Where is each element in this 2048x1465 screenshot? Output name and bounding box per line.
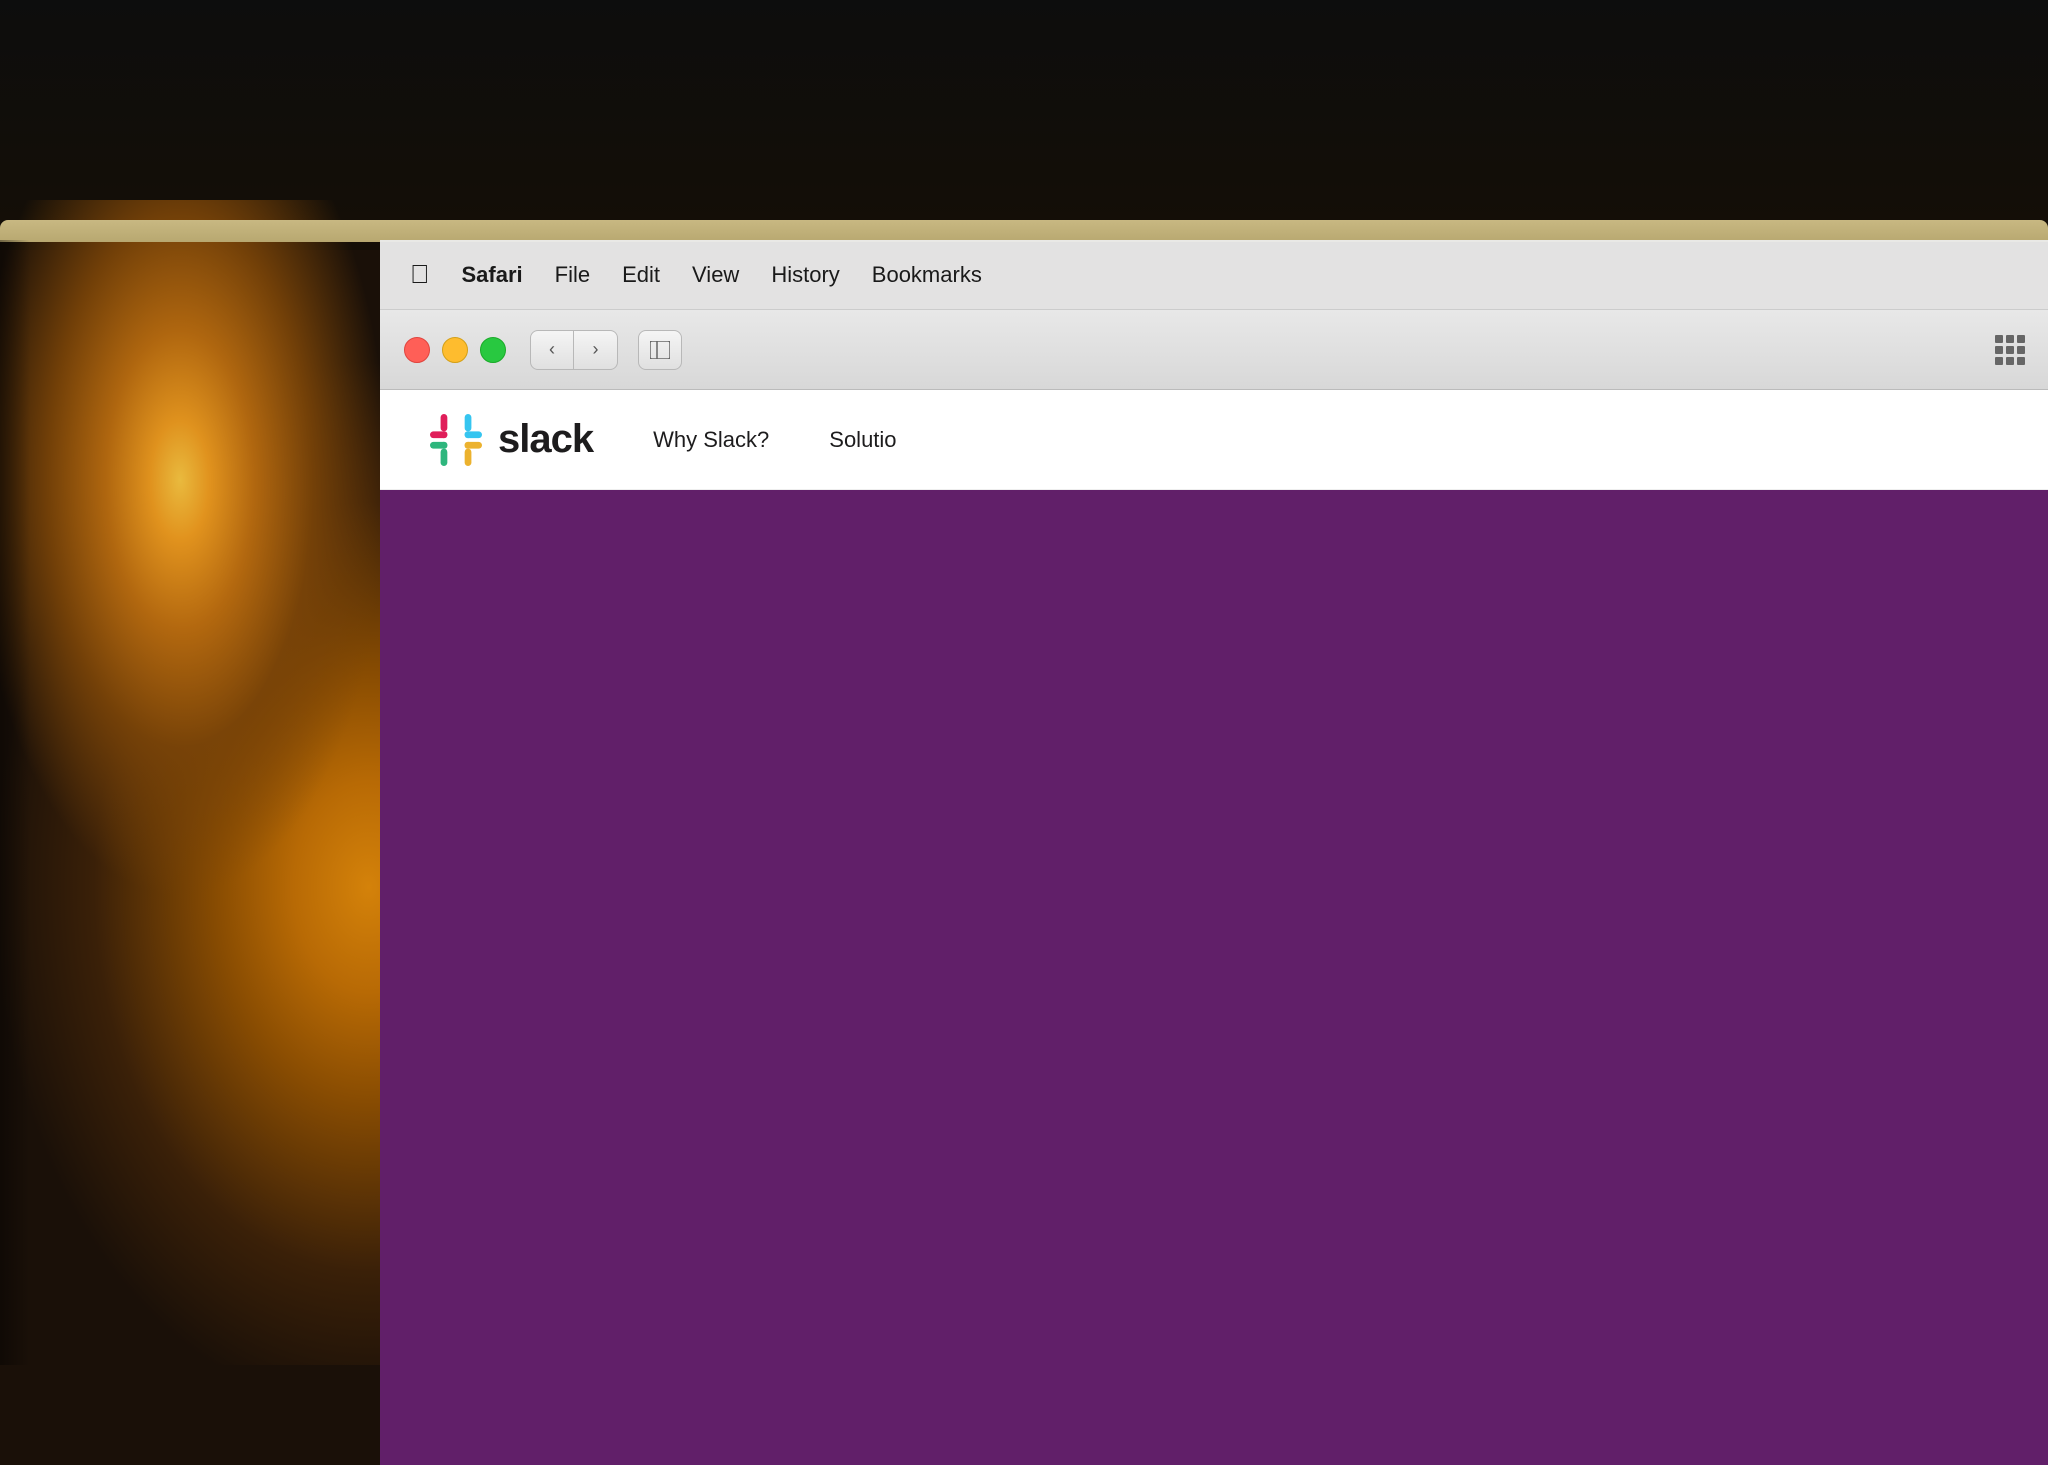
view-menu[interactable]: View xyxy=(692,262,739,288)
slack-logo-text: slack xyxy=(498,417,593,462)
bookmarks-menu[interactable]: Bookmarks xyxy=(872,262,982,288)
slack-nav-why[interactable]: Why Slack? xyxy=(653,427,769,453)
left-edge-shadow xyxy=(0,240,30,1365)
slack-navbar: slack Why Slack? Solutio xyxy=(380,390,2048,490)
macos-menubar:  Safari File Edit View History Bookmark… xyxy=(380,240,2048,310)
laptop-wrapper:  Safari File Edit View History Bookmark… xyxy=(380,0,2048,1365)
close-button[interactable] xyxy=(404,337,430,363)
sidebar-icon xyxy=(650,341,670,359)
edit-menu[interactable]: Edit xyxy=(622,262,660,288)
history-menu[interactable]: History xyxy=(771,262,839,288)
back-button[interactable]: ‹ xyxy=(530,330,574,370)
forward-button[interactable]: › xyxy=(574,330,618,370)
safari-menu[interactable]: Safari xyxy=(462,262,523,288)
minimize-button[interactable] xyxy=(442,337,468,363)
slack-nav-solutions[interactable]: Solutio xyxy=(829,427,896,453)
apple-menu-icon[interactable]:  xyxy=(410,259,430,290)
grid-dots-icon xyxy=(1995,335,2025,365)
slack-hero-section xyxy=(380,490,2048,1465)
maximize-button[interactable] xyxy=(480,337,506,363)
tab-grid-button[interactable] xyxy=(1992,332,2028,368)
slack-logo[interactable]: slack xyxy=(430,414,593,466)
forward-icon: › xyxy=(593,339,599,360)
browser-content: slack Why Slack? Solutio xyxy=(380,390,2048,1365)
slack-logo-icon xyxy=(430,414,482,466)
traffic-lights xyxy=(404,337,506,363)
safari-toolbar: ‹ › xyxy=(380,310,2048,390)
sidebar-toggle-button[interactable] xyxy=(638,330,682,370)
nav-buttons: ‹ › xyxy=(530,330,618,370)
lamp-glow xyxy=(0,200,390,900)
file-menu[interactable]: File xyxy=(555,262,590,288)
back-icon: ‹ xyxy=(549,339,555,360)
